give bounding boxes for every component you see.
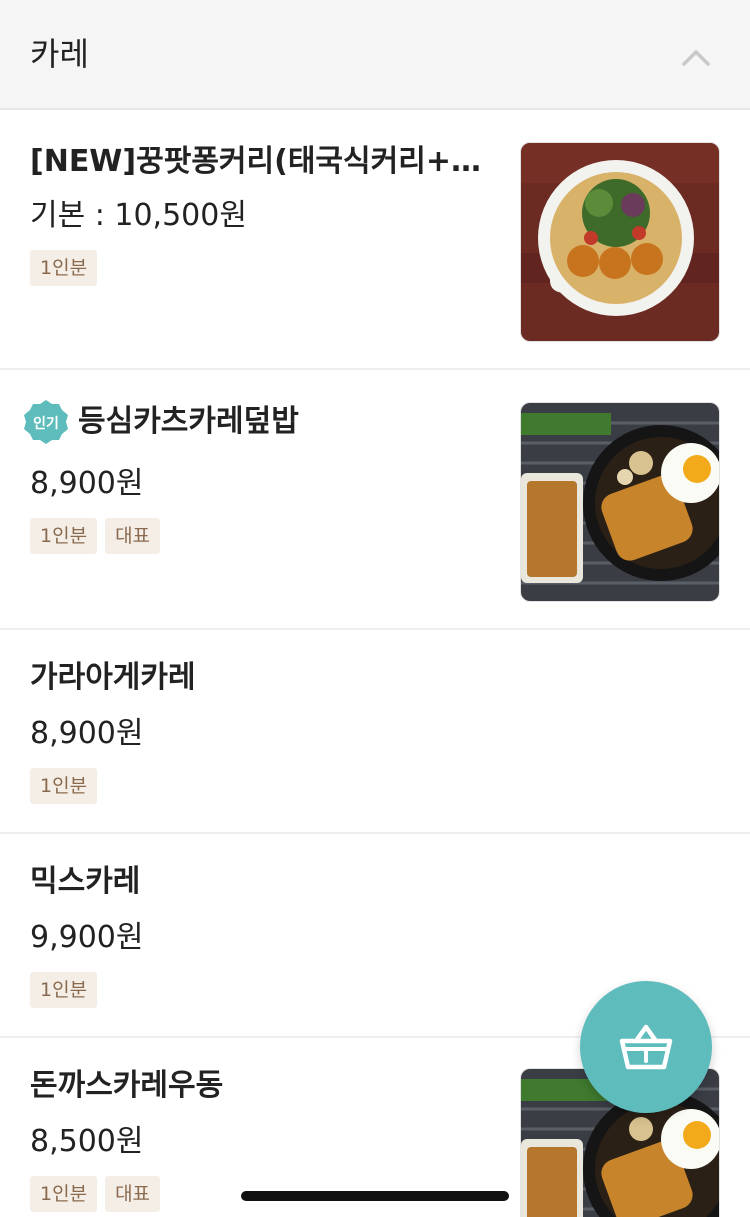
katsu-curry-photo[interactable] — [520, 402, 720, 602]
item-name-row: 돈까스카레우동 — [30, 1064, 223, 1108]
item-name: 등심카츠카레덮밥 — [78, 404, 299, 439]
basket-icon — [619, 1024, 673, 1070]
category-header[interactable]: 카레 — [0, 0, 750, 110]
menu-page: 카레 [NEW]꿍팟퐁커리(태국식커리+공… 기본 : 10,500원 1인분 — [0, 0, 750, 1217]
tag-serving: 1인분 — [30, 972, 98, 1008]
item-price: 8,500원 — [30, 1124, 144, 1159]
item-name-row: 인기 등심카츠카레덮밥 — [24, 400, 299, 444]
curry-bowl-photo[interactable] — [520, 142, 720, 342]
tag-serving: 1인분 — [30, 1176, 98, 1212]
item-name: 돈까스카레우동 — [30, 1068, 224, 1103]
tag-signature: 대표 — [105, 518, 161, 554]
tag-signature: 대표 — [105, 1176, 161, 1212]
popular-badge-text: 인기 — [33, 415, 59, 432]
home-indicator[interactable] — [241, 1191, 509, 1201]
tag-serving: 1인분 — [30, 768, 98, 804]
category-title: 카레 — [30, 35, 89, 73]
item-tags: 1인분 대표 — [30, 1176, 161, 1212]
tag-serving: 1인분 — [30, 518, 98, 554]
tag-serving: 1인분 — [30, 250, 98, 286]
menu-item[interactable]: 인기 등심카츠카레덮밥 8,900원 1인분 대표 — [0, 370, 750, 630]
item-name-row: [NEW]꿍팟퐁커리(태국식커리+공… — [30, 140, 490, 184]
popular-badge-icon: 인기 — [24, 400, 68, 444]
item-price: 8,900원 — [30, 716, 144, 751]
menu-item[interactable]: [NEW]꿍팟퐁커리(태국식커리+공… 기본 : 10,500원 1인분 — [0, 110, 750, 370]
cart-button[interactable] — [580, 981, 712, 1113]
item-name-row: 가라아게카레 — [30, 656, 196, 700]
item-name: 믹스카레 — [30, 864, 141, 899]
item-tags: 1인분 — [30, 768, 98, 804]
item-tags: 1인분 — [30, 250, 98, 286]
item-price: 8,900원 — [30, 466, 144, 501]
item-tags: 1인분 — [30, 972, 98, 1008]
item-name: [NEW]꿍팟퐁커리(태국식커리+공… — [30, 144, 490, 179]
item-name-row: 믹스카레 — [30, 860, 140, 904]
item-price: 기본 : 10,500원 — [30, 198, 247, 233]
item-price: 9,900원 — [30, 920, 144, 955]
item-name: 가라아게카레 — [30, 660, 196, 695]
menu-item[interactable]: 가라아게카레 8,900원 1인분 — [0, 630, 750, 834]
chevron-up-icon[interactable] — [676, 38, 716, 78]
item-tags: 1인분 대표 — [30, 518, 161, 554]
